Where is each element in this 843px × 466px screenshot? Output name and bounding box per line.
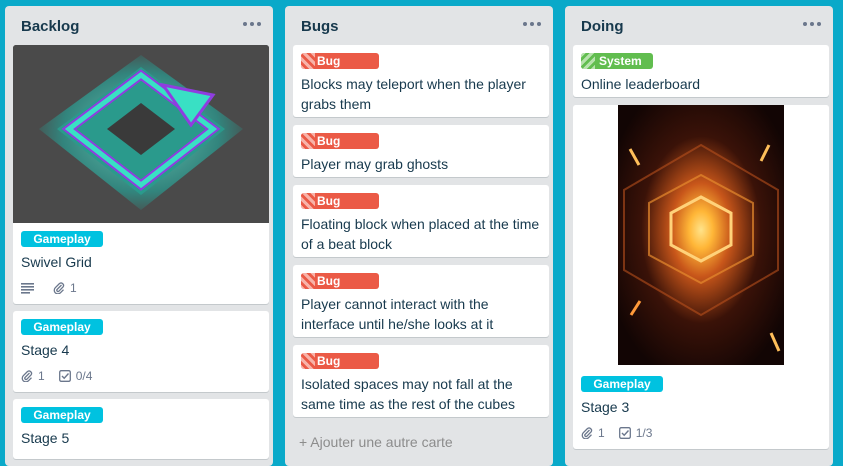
more-icon[interactable]	[801, 15, 823, 31]
paperclip-icon	[21, 370, 33, 382]
card-title: Stage 4	[21, 342, 70, 358]
card-title: Player cannot interact with the interfac…	[301, 296, 494, 332]
label-bug: Bug	[301, 193, 379, 209]
card[interactable]: Gameplay Stage 3 1 1/3	[573, 105, 829, 449]
label-text: Bug	[317, 134, 341, 148]
checklist-badge: 1/3	[618, 426, 653, 440]
attachments-count: 1	[598, 426, 605, 440]
label-bug: Bug	[301, 53, 379, 69]
card[interactable]: System Online leaderboard	[573, 45, 829, 97]
label-text: System	[599, 54, 642, 68]
list-backlog: Backlog Gameplay Swivel Grid 1 Gameplay …	[5, 6, 273, 466]
card-title: Floating block when placed at the time o…	[301, 216, 540, 252]
attachments-badge: 1	[53, 281, 77, 295]
card-title: Online leaderboard	[581, 76, 701, 92]
card[interactable]: Gameplay Stage 5	[13, 399, 269, 459]
list-title[interactable]: Doing	[581, 18, 624, 35]
card[interactable]: Gameplay Swivel Grid 1	[13, 45, 269, 304]
attachments-badge: 1	[21, 369, 45, 383]
list-header: Backlog	[5, 6, 273, 44]
card-title: Blocks may teleport when the player grab…	[301, 76, 526, 112]
card-title: Player may grab ghosts	[301, 156, 449, 172]
label-bug: Bug	[301, 353, 379, 369]
label-text: Bug	[317, 274, 341, 288]
label-bug: Bug	[301, 133, 379, 149]
card-badges: 1	[21, 278, 261, 298]
card[interactable]: Bug Player may grab ghosts	[293, 125, 549, 177]
description-icon	[21, 282, 39, 294]
card-badges: 1 0/4	[21, 366, 261, 386]
card[interactable]: Bug Player cannot interact with the inte…	[293, 265, 549, 337]
label-text: Bug	[317, 354, 341, 368]
label-gameplay: Gameplay	[21, 231, 103, 247]
card[interactable]: Gameplay Stage 4 1 0/4	[13, 311, 269, 392]
card-title: Isolated spaces may not fall at the same…	[301, 376, 515, 412]
checklist-count: 1/3	[635, 426, 653, 440]
attachments-badge: 1	[581, 426, 605, 440]
card-title: Stage 5	[21, 430, 70, 446]
card[interactable]: Bug Floating block when placed at the ti…	[293, 185, 549, 257]
attachments-count: 1	[38, 369, 45, 383]
list-title[interactable]: Backlog	[21, 18, 79, 35]
list-header: Bugs	[285, 6, 553, 44]
label-text: Bug	[317, 54, 341, 68]
list-doing: Doing System Online leaderboard Gameplay…	[565, 6, 833, 466]
paperclip-icon	[53, 282, 65, 294]
list-header: Doing	[565, 6, 833, 44]
label-bug: Bug	[301, 273, 379, 289]
list-bugs: Bugs Bug Blocks may teleport when the pl…	[285, 6, 553, 466]
add-card-button[interactable]: + Ajouter une autre carte	[299, 434, 453, 450]
list-title[interactable]: Bugs	[301, 18, 339, 35]
checklist-badge: 0/4	[58, 369, 93, 383]
label-system: System	[581, 53, 653, 69]
card-cover-image	[13, 45, 269, 223]
card[interactable]: Bug Blocks may teleport when the player …	[293, 45, 549, 117]
card-title: Stage 3	[581, 399, 630, 415]
card[interactable]: Bug Isolated spaces may not fall at the …	[293, 345, 549, 417]
label-gameplay: Gameplay	[21, 407, 103, 423]
checklist-count: 0/4	[75, 369, 93, 383]
paperclip-icon	[581, 427, 593, 439]
label-gameplay: Gameplay	[21, 319, 103, 335]
checklist-icon	[58, 370, 71, 382]
attachments-count: 1	[70, 281, 77, 295]
more-icon[interactable]	[521, 15, 543, 31]
checklist-icon	[618, 427, 631, 439]
more-icon[interactable]	[241, 15, 263, 31]
card-title: Swivel Grid	[21, 254, 92, 270]
card-cover-image	[573, 105, 829, 368]
label-text: Bug	[317, 194, 341, 208]
label-gameplay: Gameplay	[581, 376, 663, 392]
card-badges: 1 1/3	[581, 423, 821, 443]
